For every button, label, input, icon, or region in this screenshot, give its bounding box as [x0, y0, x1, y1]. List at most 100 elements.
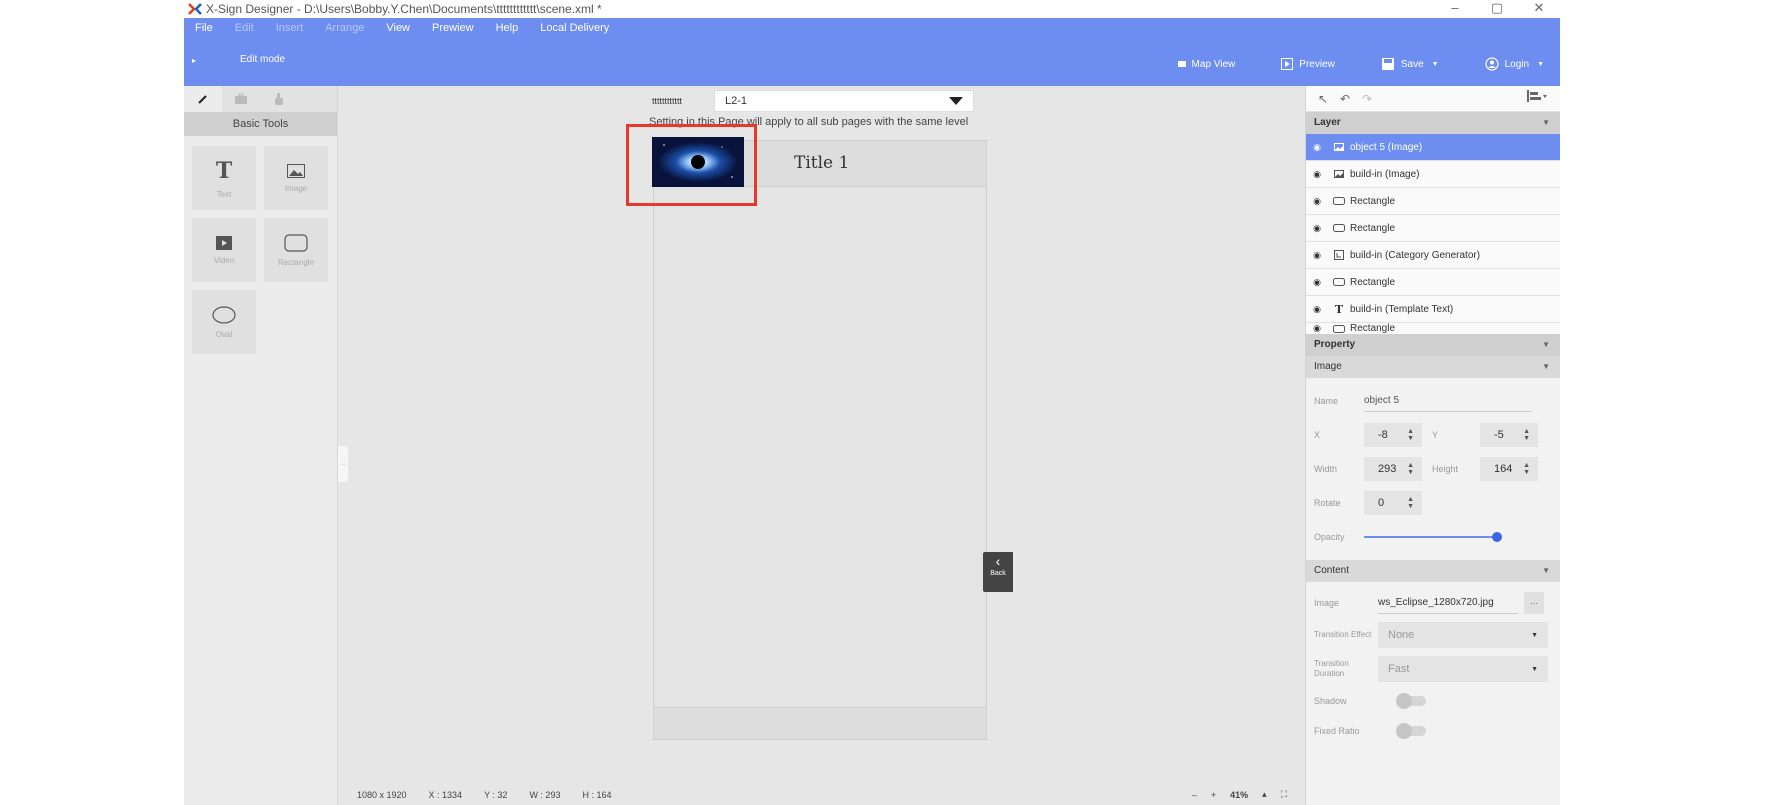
- y-label: Y: [1432, 430, 1439, 440]
- page-preview[interactable]: Title 1: [626, 124, 987, 740]
- play-icon: [1281, 58, 1294, 70]
- menu-file[interactable]: File: [184, 18, 224, 38]
- stepper-arrows-icon[interactable]: ▲ ▼: [1407, 462, 1414, 476]
- login-button[interactable]: Login ▼: [1484, 57, 1544, 71]
- tab-draw[interactable]: [184, 86, 222, 112]
- align-icon[interactable]: [1526, 89, 1550, 109]
- collapse-caret-icon[interactable]: ▼: [1542, 356, 1550, 378]
- layer-item[interactable]: ◉ T build-in (Template Text): [1306, 296, 1560, 323]
- opacity-slider-knob[interactable]: [1492, 532, 1502, 542]
- layer-item[interactable]: ◉ build-in (Image): [1306, 161, 1560, 188]
- page-select[interactable]: L2-1: [714, 90, 974, 112]
- stepper-arrows-icon[interactable]: ▲ ▼: [1523, 428, 1530, 442]
- minimize-button[interactable]: –: [1434, 0, 1476, 18]
- browse-button[interactable]: ...: [1524, 592, 1544, 614]
- zoom-in-button[interactable]: +: [1211, 790, 1216, 800]
- collapse-caret-icon[interactable]: ▼: [1542, 560, 1550, 582]
- layer-item[interactable]: ◉ object 5 (Image): [1306, 134, 1560, 161]
- fixed-ratio-label: Fixed Ratio: [1314, 726, 1360, 736]
- menu-arrange[interactable]: Arrange: [314, 18, 375, 38]
- page-footer[interactable]: [654, 707, 986, 739]
- visibility-eye-icon[interactable]: ◉: [1306, 250, 1328, 261]
- menu-prewiew[interactable]: Prewiew: [421, 18, 485, 38]
- edit-mode-label[interactable]: Edit mode: [240, 54, 285, 65]
- tab-toolbox[interactable]: [222, 86, 260, 112]
- collapse-caret-icon[interactable]: ▼: [1542, 334, 1550, 356]
- transition-duration-select[interactable]: Fast ▼: [1378, 656, 1548, 682]
- transition-effect-select[interactable]: None ▼: [1378, 622, 1548, 648]
- text-tool[interactable]: T Text: [192, 146, 256, 210]
- width-stepper[interactable]: 293 ▲ ▼: [1364, 457, 1422, 481]
- stepper-arrows-icon[interactable]: ▲ ▼: [1407, 496, 1414, 510]
- image-icon: [1328, 170, 1350, 178]
- selection-highlight: [626, 124, 757, 206]
- layer-item[interactable]: ◉ Rectangle: [1306, 323, 1560, 334]
- select-cursor-icon[interactable]: ↖: [1312, 89, 1334, 109]
- rectangle-tool[interactable]: Rectangle: [264, 218, 328, 282]
- tools-panel: Basic Tools T Text Image Video Rectangle…: [184, 86, 338, 805]
- image-file-input[interactable]: ws_Eclipse_1280x720.jpg: [1378, 592, 1518, 614]
- menu-help[interactable]: Help: [485, 18, 530, 38]
- visibility-eye-icon[interactable]: ◉: [1306, 277, 1328, 288]
- height-stepper[interactable]: 164 ▲ ▼: [1480, 457, 1538, 481]
- redo-icon[interactable]: ↷: [1356, 89, 1378, 109]
- visibility-eye-icon[interactable]: ◉: [1306, 142, 1328, 153]
- visibility-eye-icon[interactable]: ◉: [1306, 323, 1328, 334]
- menu-insert[interactable]: Insert: [265, 18, 315, 38]
- close-button[interactable]: ✕: [1518, 0, 1560, 18]
- page-title[interactable]: Title 1: [794, 153, 849, 173]
- preview-button[interactable]: Preview: [1281, 58, 1335, 70]
- map-view-button[interactable]: Map View: [1177, 59, 1235, 70]
- opacity-slider[interactable]: [1364, 531, 1504, 543]
- image-section-header[interactable]: Image ▼: [1306, 356, 1560, 378]
- layer-item[interactable]: ◉ Rectangle: [1306, 269, 1560, 296]
- image-tool[interactable]: Image: [264, 146, 328, 210]
- back-label: Back: [990, 570, 1006, 577]
- property-section-header[interactable]: Property ▼: [1306, 334, 1560, 356]
- stepper-arrows-icon[interactable]: ▲ ▼: [1407, 428, 1414, 442]
- save-icon: [1381, 58, 1394, 70]
- zoom-out-button[interactable]: –: [1192, 790, 1197, 800]
- stepper-arrows-icon[interactable]: ▲ ▼: [1523, 462, 1530, 476]
- video-tool[interactable]: Video: [192, 218, 256, 282]
- collapse-arrow-icon[interactable]: ▸: [192, 56, 196, 65]
- save-button[interactable]: Save ▼: [1381, 57, 1439, 71]
- content-section-header[interactable]: Content ▼: [1306, 560, 1560, 582]
- zoom-level[interactable]: 41%: [1230, 790, 1248, 800]
- collapse-caret-icon[interactable]: ▼: [1542, 112, 1550, 134]
- menu-local-delivery[interactable]: Local Delivery: [529, 18, 620, 38]
- width-label: Width: [1314, 464, 1338, 474]
- oval-tool[interactable]: Oval: [192, 290, 256, 354]
- fixed-ratio-toggle[interactable]: [1396, 723, 1426, 739]
- layer-item[interactable]: ◉ build-in (Category Generator): [1306, 242, 1560, 269]
- layer-item[interactable]: ◉ Rectangle: [1306, 215, 1560, 242]
- dropdown-arrow-icon: ▼: [1531, 665, 1538, 673]
- layer-section-title: Layer: [1314, 117, 1341, 128]
- layer-item[interactable]: ◉ Rectangle: [1306, 188, 1560, 215]
- fit-screen-icon[interactable]: ⛶: [1281, 789, 1287, 800]
- menu-view[interactable]: View: [375, 18, 421, 38]
- undo-icon[interactable]: ↶: [1334, 89, 1356, 109]
- save-dropdown-icon[interactable]: ▼: [1432, 61, 1439, 68]
- rotate-label: Rotate: [1314, 498, 1341, 508]
- layer-list[interactable]: ◉ object 5 (Image) ◉ build-in (Image) ◉ …: [1306, 134, 1560, 334]
- video-tool-label: Video: [213, 255, 235, 265]
- tab-touch[interactable]: [260, 86, 298, 112]
- layer-section-header[interactable]: Layer ▼: [1306, 112, 1560, 134]
- rotate-stepper[interactable]: 0 ▲ ▼: [1364, 491, 1422, 515]
- visibility-eye-icon[interactable]: ◉: [1306, 304, 1328, 315]
- shadow-toggle[interactable]: [1396, 693, 1426, 709]
- menu-toolbar-area: File Edit Insert Arrange View Prewiew He…: [184, 18, 1560, 86]
- visibility-eye-icon[interactable]: ◉: [1306, 169, 1328, 180]
- zoom-up-icon[interactable]: ▴: [1262, 789, 1267, 800]
- design-canvas[interactable]: tttttttttttt L2-1 Setting in this Page w…: [339, 86, 1305, 786]
- name-input[interactable]: object 5: [1364, 390, 1532, 412]
- y-stepper[interactable]: -5 ▲ ▼: [1480, 423, 1538, 447]
- login-dropdown-icon[interactable]: ▼: [1537, 61, 1544, 68]
- restore-button[interactable]: ▢: [1476, 0, 1518, 18]
- menu-edit[interactable]: Edit: [224, 18, 265, 38]
- visibility-eye-icon[interactable]: ◉: [1306, 223, 1328, 234]
- visibility-eye-icon[interactable]: ◉: [1306, 196, 1328, 207]
- x-stepper[interactable]: -8 ▲ ▼: [1364, 423, 1422, 447]
- back-button[interactable]: ‹ Back: [983, 552, 1013, 592]
